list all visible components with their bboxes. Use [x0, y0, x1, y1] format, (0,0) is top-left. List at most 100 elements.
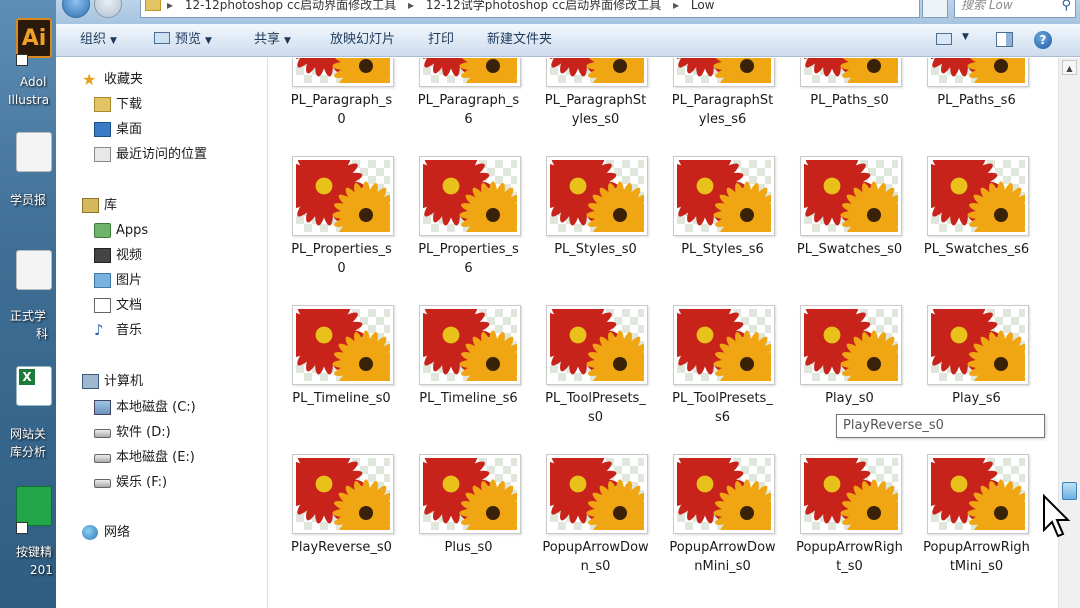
file-item[interactable]: PlayReverse_s0 [268, 426, 395, 575]
document-icon [16, 250, 52, 290]
share-button[interactable]: 共享 ▼ [254, 31, 291, 49]
nav-label: 图片 [116, 273, 143, 288]
file-item[interactable]: PL_Swatches_s0 [776, 128, 903, 277]
print-button[interactable]: 打印 [428, 31, 454, 49]
file-name: PL_Timeline_s0 [292, 391, 391, 406]
organize-button[interactable]: 组织 ▼ [80, 31, 117, 49]
breadcrumb-separator: ▸ [673, 0, 680, 12]
file-thumbnail [546, 454, 648, 534]
search-input[interactable]: 搜索 Low ⚲ [954, 0, 1076, 18]
file-item[interactable]: PL_Timeline_s6 [395, 277, 522, 426]
apps-icon [94, 223, 111, 238]
file-item[interactable]: PopupArrowRightMini_s0 [903, 426, 1030, 575]
refresh-button[interactable] [922, 0, 948, 18]
back-button[interactable] [62, 0, 90, 18]
desktop-icon-label: 按键精 [16, 545, 53, 559]
desktop-icon-doc2[interactable]: 正式学 科 [0, 246, 56, 346]
file-item[interactable]: PopupArrowDown_s0 [522, 426, 649, 575]
file-thumbnail [927, 156, 1029, 236]
slideshow-button[interactable]: 放映幻灯片 [330, 31, 395, 49]
breadcrumb-item[interactable]: 12-12photoshop cc启动界面修改工具 [185, 0, 396, 12]
desktop-icon-excel[interactable]: X 网站关 库分析 [0, 362, 56, 462]
file-item[interactable]: PL_ToolPresets_s6 [649, 277, 776, 426]
file-item[interactable]: PL_Paragraph_s0 [268, 58, 395, 128]
view-options-chevron-icon[interactable]: ▼ [962, 32, 969, 42]
file-item[interactable]: PL_Swatches_s6 [903, 128, 1030, 277]
desktop-icon-doc1[interactable]: 学员报 [0, 128, 56, 228]
file-thumbnail [292, 58, 394, 87]
change-view-icon[interactable] [936, 33, 952, 45]
desktop-icon-illustrator[interactable]: Ai Adol Illustra [0, 14, 56, 114]
flower-image-icon [677, 458, 771, 530]
file-item[interactable]: Plus_s0 [395, 426, 522, 575]
file-item[interactable]: PopupArrowDownMini_s0 [649, 426, 776, 575]
nav-label: 本地磁盘 (C:) [116, 400, 196, 415]
flower-image-icon [804, 309, 898, 381]
nav-label: 桌面 [116, 122, 143, 137]
breadcrumb-item[interactable]: Low [691, 0, 715, 12]
scroll-up-arrow-icon[interactable]: ▲ [1062, 60, 1077, 75]
chevron-down-icon: ▼ [205, 36, 212, 46]
preview-pane-icon[interactable] [996, 32, 1013, 47]
file-name: PL_Paths_s6 [937, 93, 1016, 108]
computer-icon [82, 374, 99, 389]
file-item[interactable]: PL_ToolPresets_s0 [522, 277, 649, 426]
flower-image-icon [931, 309, 1025, 381]
navigation-pane: ★ 收藏夹 下载 桌面 最近访问的位置 库 Apps 视频 图片 文档 ♪ 音乐 计… [56, 58, 268, 608]
file-name: PopupArrowDownMini_s0 [669, 540, 776, 574]
nav-label: 本地磁盘 (E:) [116, 450, 195, 465]
document-icon [94, 298, 111, 313]
file-item[interactable]: Play_s6 [903, 277, 1030, 426]
file-item[interactable]: PL_Paths_s0 [776, 58, 903, 128]
file-item[interactable]: PL_Timeline_s0 [268, 277, 395, 426]
file-item[interactable]: PL_Styles_s6 [649, 128, 776, 277]
desktop-icon-label: 201 [30, 563, 53, 577]
flower-image-icon [296, 458, 390, 530]
new-folder-button[interactable]: 新建文件夹 [487, 31, 552, 49]
command-bar: 组织 ▼ 预览 ▼ 共享 ▼ 放映幻灯片 打印 新建文件夹 ▼ ? [56, 24, 1080, 57]
file-item[interactable]: PL_Paragraph_s6 [395, 58, 522, 128]
flower-image-icon [931, 458, 1025, 530]
excel-icon: X [16, 366, 52, 406]
file-name: PL_Styles_s6 [681, 242, 764, 257]
forward-button[interactable] [94, 0, 122, 18]
file-name: Play_s6 [952, 391, 1001, 406]
file-item[interactable]: PL_ParagraphStyles_s6 [649, 58, 776, 128]
flower-image-icon [931, 160, 1025, 232]
nav-label: 收藏夹 [104, 72, 144, 87]
file-thumbnail [800, 58, 902, 87]
file-item[interactable]: PL_Styles_s0 [522, 128, 649, 277]
preview-icon [154, 32, 170, 44]
file-thumbnail [419, 305, 521, 385]
file-item[interactable]: PL_Properties_s6 [395, 128, 522, 277]
flower-image-icon [423, 160, 517, 232]
file-name: PL_ToolPresets_s6 [672, 391, 773, 425]
help-icon[interactable]: ? [1034, 31, 1052, 49]
file-name: PL_ToolPresets_s0 [545, 391, 646, 425]
pictures-icon [94, 273, 111, 288]
nav-label: 网络 [104, 525, 131, 540]
file-item[interactable]: Play_s0 [776, 277, 903, 426]
flower-image-icon [677, 309, 771, 381]
filename-tooltip: PlayReverse_s0 [836, 414, 1045, 438]
flower-image-icon [804, 458, 898, 530]
flower-image-icon [423, 458, 517, 530]
drive-icon [94, 454, 111, 463]
search-icon[interactable]: ⚲ [1061, 0, 1071, 13]
file-item[interactable]: PL_ParagraphStyles_s0 [522, 58, 649, 128]
file-item[interactable]: PopupArrowRight_s0 [776, 426, 903, 575]
address-bar[interactable]: ▸ 12-12photoshop cc启动界面修改工具 ▸ 12-12试学pho… [140, 0, 920, 18]
file-thumbnail [800, 156, 902, 236]
shortcut-arrow-icon [16, 54, 28, 66]
file-item[interactable]: PL_Paths_s6 [903, 58, 1030, 128]
file-name: PL_ParagraphStyles_s6 [671, 93, 774, 127]
organize-label: 组织 [80, 32, 107, 47]
file-thumbnail [419, 454, 521, 534]
desktop-icon-keypress[interactable]: 按键精 201 [0, 482, 56, 582]
file-item[interactable]: PL_Properties_s0 [268, 128, 395, 277]
desktop-icon-label: 正式学 [10, 309, 47, 323]
desktop-icon [94, 122, 111, 137]
breadcrumb-item[interactable]: 12-12试学photoshop cc启动界面修改工具 [426, 0, 661, 12]
preview-button[interactable]: 预览 ▼ [154, 31, 212, 49]
desktop-icon-label: 学员报 [10, 193, 47, 207]
